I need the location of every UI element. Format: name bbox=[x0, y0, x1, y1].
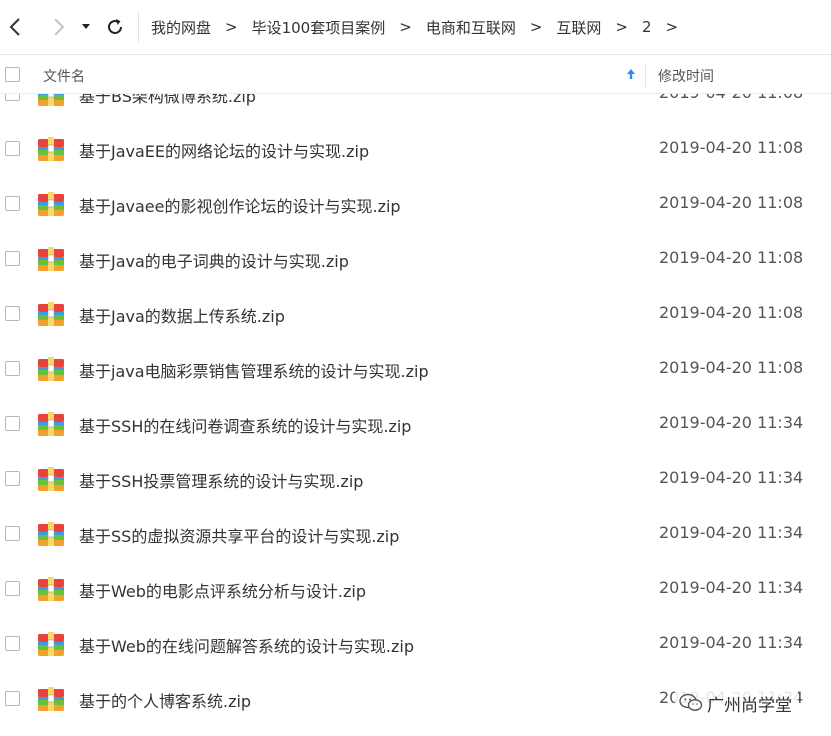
file-row[interactable]: 基于java电脑彩票销售管理系统的设计与实现.zip 2019-04-20 11:… bbox=[0, 341, 831, 396]
file-name[interactable]: 基于Java的电子词典的设计与实现.zip bbox=[79, 248, 349, 272]
archive-file-icon bbox=[38, 247, 64, 271]
file-modified-time: 2019-04-20 11:34 bbox=[659, 413, 804, 432]
archive-file-icon bbox=[38, 137, 64, 161]
file-modified-time: 2019-04-20 11:08 bbox=[659, 303, 804, 322]
file-name[interactable]: 基于SSH的在线问卷调查系统的设计与实现.zip bbox=[79, 413, 411, 437]
file-row[interactable]: 基于SSH投票管理系统的设计与实现.zip 2019-04-20 11:34 bbox=[0, 451, 831, 506]
file-row[interactable]: 基于Web的电影点评系统分析与设计.zip 2019-04-20 11:34 bbox=[0, 561, 831, 616]
file-name[interactable]: 基于的个人博客系统.zip bbox=[79, 688, 251, 712]
navigation-bar: 我的网盘 > 毕设100套项目案例 > 电商和互联网 > 互联网 >2 > bbox=[0, 0, 831, 54]
row-checkbox[interactable] bbox=[5, 94, 20, 101]
breadcrumb-separator[interactable]: > bbox=[615, 18, 628, 36]
row-checkbox[interactable] bbox=[5, 306, 20, 321]
row-checkbox[interactable] bbox=[5, 251, 20, 266]
breadcrumb-item[interactable]: 互联网 bbox=[556, 17, 601, 38]
archive-file-icon bbox=[38, 302, 64, 326]
file-name[interactable]: 基于Web的在线问题解答系统的设计与实现.zip bbox=[79, 633, 414, 657]
row-checkbox[interactable] bbox=[5, 691, 20, 706]
file-row[interactable]: 基于Java的电子词典的设计与实现.zip 2019-04-20 11:08 bbox=[0, 231, 831, 286]
file-row[interactable]: 基于SSH的在线问卷调查系统的设计与实现.zip 2019-04-20 11:34 bbox=[0, 396, 831, 451]
back-button[interactable] bbox=[0, 12, 30, 42]
archive-file-icon bbox=[38, 94, 64, 106]
column-header-name[interactable]: 文件名 bbox=[43, 66, 85, 86]
file-row[interactable]: 基于BS架构微博系统.zip 2019-04-20 11:08 bbox=[0, 94, 831, 121]
breadcrumb-separator[interactable]: > bbox=[666, 18, 679, 36]
file-modified-time: 2019-04-20 11:34 bbox=[659, 523, 804, 542]
file-name[interactable]: 基于JavaEE的网络论坛的设计与实现.zip bbox=[79, 138, 369, 162]
file-list-header: 文件名 修改时间 bbox=[0, 54, 831, 94]
row-checkbox[interactable] bbox=[5, 636, 20, 651]
nav-divider bbox=[138, 12, 139, 42]
breadcrumb-item[interactable]: 毕设100套项目案例 bbox=[252, 17, 386, 38]
file-row[interactable]: 基于Java的数据上传系统.zip 2019-04-20 11:08 bbox=[0, 286, 831, 341]
file-name[interactable]: 基于Javaee的影视创作论坛的设计与实现.zip bbox=[79, 193, 401, 217]
file-list: 基于BS架构微博系统.zip2019-04-20 11:08基于JavaEE的网… bbox=[0, 94, 831, 736]
file-modified-time: 2019-04-20 11:08 bbox=[659, 94, 803, 102]
breadcrumb-item[interactable]: 电商和互联网 bbox=[426, 17, 516, 38]
sort-ascending-arrow-icon[interactable] bbox=[626, 68, 636, 80]
breadcrumb-item[interactable]: 我的网盘 bbox=[151, 17, 211, 38]
archive-file-icon bbox=[38, 192, 64, 216]
breadcrumb-separator[interactable]: > bbox=[399, 18, 412, 36]
file-name[interactable]: 基于Java的数据上传系统.zip bbox=[79, 303, 285, 327]
file-modified-time: 2019-04-20 11:34 bbox=[659, 578, 804, 597]
file-modified-time: 2019-04-20 11:08 bbox=[659, 193, 804, 212]
row-checkbox[interactable] bbox=[5, 361, 20, 376]
chevron-right-icon bbox=[54, 18, 65, 36]
caret-down-icon bbox=[82, 24, 90, 29]
breadcrumb: 我的网盘 > 毕设100套项目案例 > 电商和互联网 > 互联网 >2 > bbox=[151, 17, 692, 38]
archive-file-icon bbox=[38, 467, 64, 491]
breadcrumb-item[interactable]: 2 bbox=[642, 18, 652, 36]
wechat-logo-icon bbox=[679, 693, 703, 711]
archive-file-icon bbox=[38, 412, 64, 436]
column-header-modified-time[interactable]: 修改时间 bbox=[658, 66, 714, 86]
archive-file-icon bbox=[38, 687, 64, 711]
file-name[interactable]: 基于SS的虚拟资源共享平台的设计与实现.zip bbox=[79, 523, 399, 547]
file-name[interactable]: 基于SSH投票管理系统的设计与实现.zip bbox=[79, 468, 363, 492]
file-row[interactable]: 基于SS的虚拟资源共享平台的设计与实现.zip 2019-04-20 11:34 bbox=[0, 506, 831, 561]
row-checkbox[interactable] bbox=[5, 196, 20, 211]
row-checkbox[interactable] bbox=[5, 581, 20, 596]
watermark: 广州尚学堂 bbox=[675, 688, 798, 718]
file-modified-time: 2019-04-20 11:08 bbox=[659, 248, 804, 267]
file-modified-time: 2019-04-20 11:08 bbox=[659, 358, 804, 377]
watermark-text: 广州尚学堂 bbox=[707, 695, 792, 716]
forward-button[interactable] bbox=[44, 12, 74, 42]
archive-file-icon bbox=[38, 357, 64, 381]
refresh-button[interactable] bbox=[100, 12, 130, 42]
file-row[interactable]: 基于Javaee的影视创作论坛的设计与实现.zip 2019-04-20 11:0… bbox=[0, 176, 831, 231]
row-checkbox[interactable] bbox=[5, 141, 20, 156]
file-name[interactable]: 基于java电脑彩票销售管理系统的设计与实现.zip bbox=[79, 358, 429, 382]
archive-file-icon bbox=[38, 522, 64, 546]
history-dropdown-button[interactable] bbox=[78, 12, 94, 42]
file-modified-time: 2019-04-20 11:34 bbox=[659, 468, 804, 487]
chevron-left-icon bbox=[9, 18, 20, 36]
column-divider[interactable] bbox=[645, 63, 646, 87]
breadcrumb-separator[interactable]: > bbox=[225, 18, 238, 36]
archive-file-icon bbox=[38, 577, 64, 601]
file-row[interactable]: 基于Web的在线问题解答系统的设计与实现.zip 2019-04-20 11:34 bbox=[0, 616, 831, 671]
row-checkbox[interactable] bbox=[5, 526, 20, 541]
file-name[interactable]: 基于Web的电影点评系统分析与设计.zip bbox=[79, 578, 366, 602]
row-checkbox[interactable] bbox=[5, 416, 20, 431]
file-modified-time: 2019-04-20 11:34 bbox=[659, 633, 804, 652]
file-row[interactable]: 基于JavaEE的网络论坛的设计与实现.zip 2019-04-20 11:08 bbox=[0, 121, 831, 176]
row-checkbox[interactable] bbox=[5, 471, 20, 486]
file-name[interactable]: 基于BS架构微博系统.zip bbox=[79, 94, 256, 107]
file-modified-time: 2019-04-20 11:08 bbox=[659, 138, 804, 157]
breadcrumb-separator[interactable]: > bbox=[530, 18, 543, 36]
refresh-icon bbox=[108, 19, 122, 34]
select-all-checkbox[interactable] bbox=[5, 67, 20, 82]
archive-file-icon bbox=[38, 632, 64, 656]
